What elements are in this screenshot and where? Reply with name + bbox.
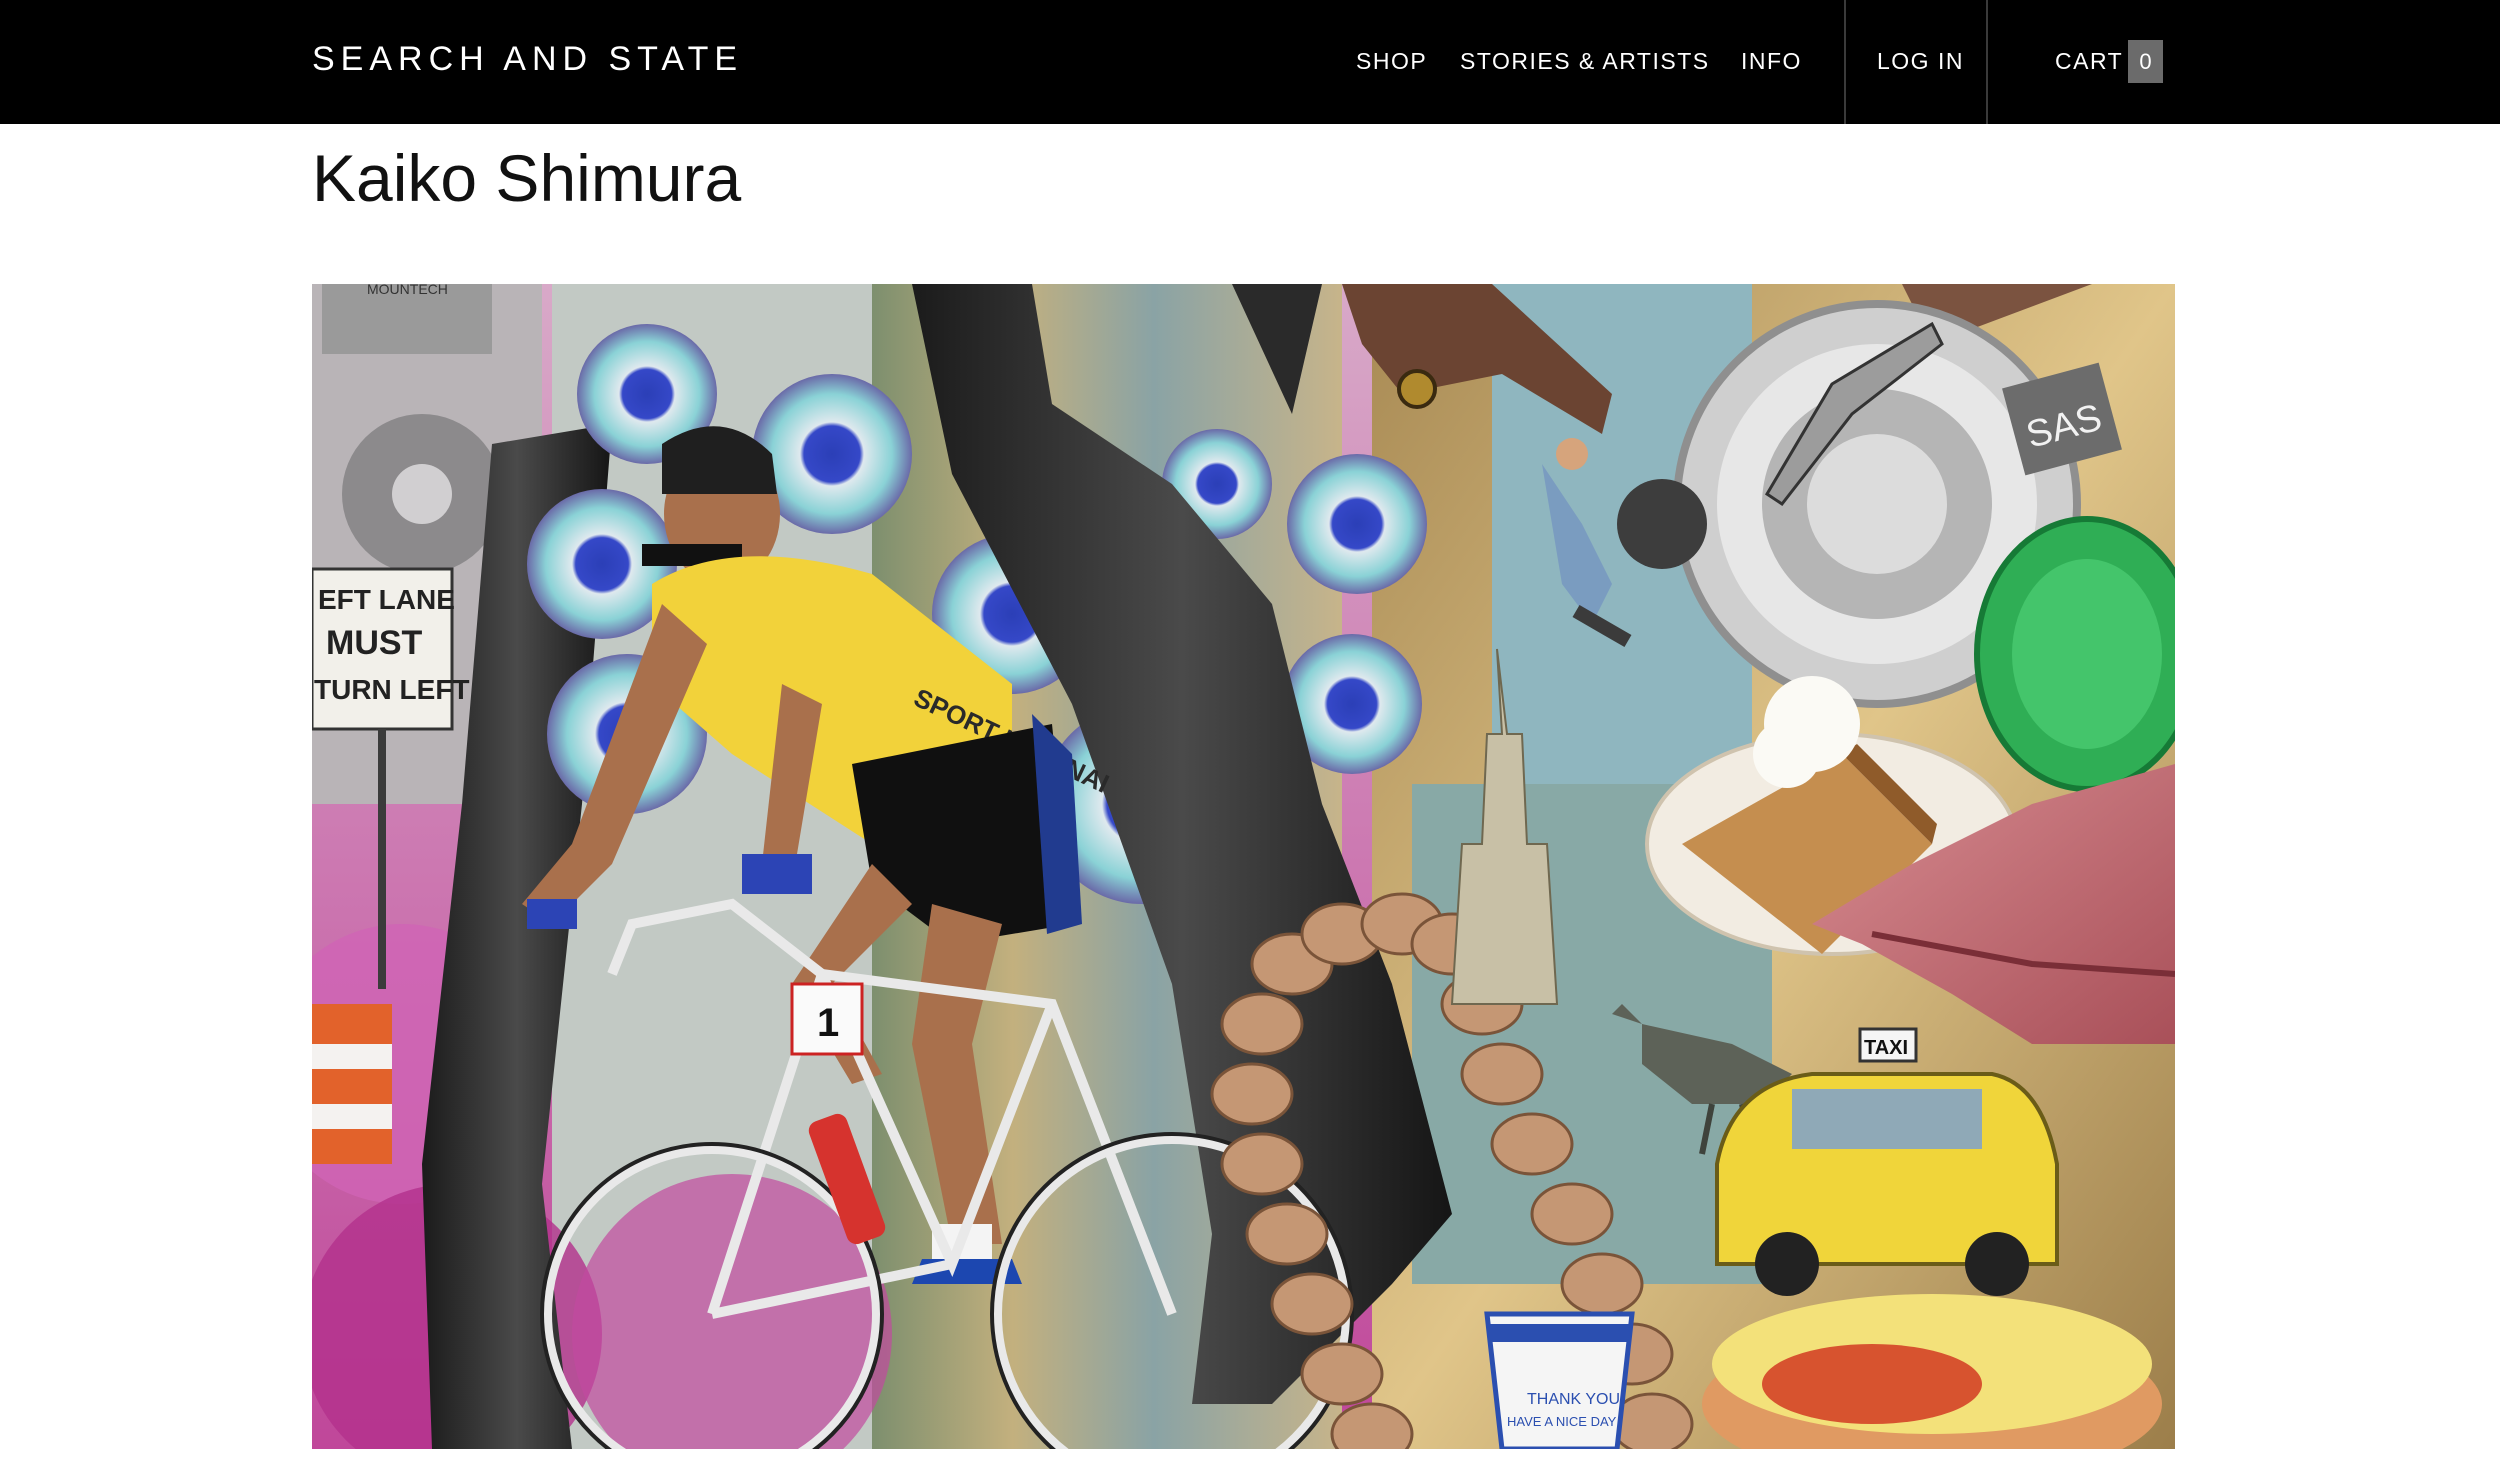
cart-link[interactable]: CART [2055,48,2123,75]
taxi-sign: TAXI [1864,1037,1908,1059]
sign-line-3: TURN LEFT [314,674,470,705]
sign-line-1: EFT LANE [318,584,455,615]
nav-info[interactable]: INFO [1741,48,1802,75]
tape-text: MOUNTECH [367,284,448,297]
cup-text-2: HAVE A NICE DAY [1507,1414,1617,1429]
nav-shop[interactable]: SHOP [1356,48,1427,75]
cart-count-badge[interactable]: 0 [2128,40,2163,83]
login-link[interactable]: LOG IN [1877,48,1964,75]
sign-line-2: MUST [326,624,423,662]
nav-divider [1986,0,1988,124]
site-header: SEARCH AND STATE SHOP STORIES & ARTISTS … [0,0,2500,124]
bike-number: 1 [817,1001,839,1045]
artwork-collage-image: MOUNTECH EFT LANE MUST TURN LEFT SPORT L… [312,284,2175,1449]
nav-stories-artists[interactable]: STORIES & ARTISTS [1460,48,1710,75]
cup-text: THANK YOU [1527,1391,1620,1408]
page-title: Kaiko Shimura [312,141,742,215]
nav-divider [1844,0,1846,124]
brand-logo[interactable]: SEARCH AND STATE [312,40,743,79]
